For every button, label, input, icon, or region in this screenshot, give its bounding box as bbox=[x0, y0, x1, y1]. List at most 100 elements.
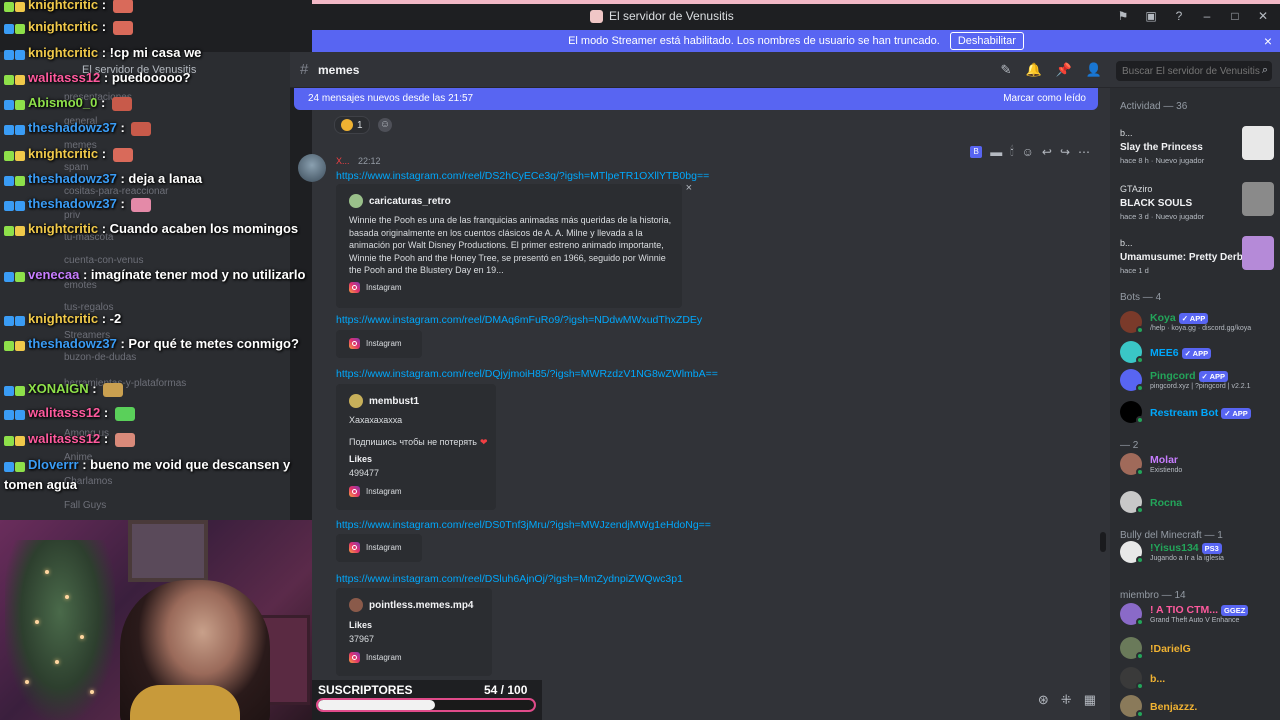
chat-text: Cuando acaben los momingos bbox=[109, 221, 299, 236]
notification-bell-icon[interactable]: 🔔 bbox=[1025, 62, 1041, 78]
embed-author[interactable]: pointless.memes.mp4 bbox=[349, 598, 473, 612]
chat-separator: : bbox=[100, 70, 112, 85]
chat-username[interactable]: knightcritic bbox=[28, 146, 98, 161]
chat-username[interactable]: XONAIGN bbox=[28, 381, 89, 396]
instagram-link[interactable]: https://www.instagram.com/reel/DS0Tnf3jM… bbox=[336, 519, 711, 531]
avatar[interactable] bbox=[298, 154, 326, 182]
chat-text: bueno me void que descansen y bbox=[90, 457, 291, 472]
embed-author[interactable]: membust1 bbox=[349, 394, 419, 408]
activity-card[interactable]: GTAziro BLACK SOULS hace 3 d · Nuevo jugad… bbox=[1114, 182, 1278, 228]
chat-username[interactable]: knightcritic bbox=[28, 19, 98, 34]
chat-username[interactable]: theshadowz37 bbox=[28, 336, 117, 351]
candle-emoji-icon[interactable]: 🕯 bbox=[1010, 144, 1013, 159]
badge-icon bbox=[15, 271, 25, 282]
add-reaction-icon[interactable]: ☺ bbox=[378, 118, 392, 132]
search-area: ⌕ bbox=[1110, 52, 1280, 88]
search-input[interactable] bbox=[1116, 61, 1272, 81]
badge-icon bbox=[15, 49, 25, 60]
member-item[interactable]: Molar Existiendo bbox=[1118, 450, 1278, 478]
chat-username[interactable]: knightcritic bbox=[28, 311, 98, 326]
embed-close-icon[interactable]: × bbox=[686, 182, 692, 194]
help-icon[interactable]: ? bbox=[1172, 9, 1186, 23]
member-item[interactable]: Restream Bot ✓ APP bbox=[1118, 398, 1278, 426]
screen-share-icon[interactable]: ▣ bbox=[1144, 9, 1158, 23]
b-emoji-icon[interactable]: B bbox=[970, 145, 983, 158]
activity-card[interactable]: b... Umamusume: Pretty Derby hace 1 d bbox=[1114, 236, 1278, 282]
apps-icon[interactable]: ⁜ bbox=[1061, 692, 1072, 708]
member-item[interactable]: MEE6 ✓ APP bbox=[1118, 338, 1278, 366]
chat-username[interactable]: theshadowz37 bbox=[28, 196, 117, 211]
member-name: Molar bbox=[1150, 454, 1179, 466]
member-name: Benjazzz. bbox=[1150, 701, 1198, 713]
badge-icon bbox=[4, 340, 14, 351]
badge-icon bbox=[4, 225, 14, 236]
new-messages-bar[interactable]: 24 mensajes nuevos desde las 21:57 Marca… bbox=[294, 88, 1098, 110]
stream-chat-overlay: knightcritic : knightcritic : knightcrit… bbox=[0, 0, 312, 520]
embed-author-name[interactable]: membust1 bbox=[369, 396, 419, 407]
activity-card[interactable]: b... Slay the Princess hace 8 h · Nuevo ju… bbox=[1114, 126, 1278, 172]
flag-emoji-icon[interactable]: ▬ bbox=[990, 145, 1002, 159]
scrollbar[interactable] bbox=[1100, 532, 1106, 552]
message-author[interactable]: X... bbox=[336, 156, 350, 166]
member-item[interactable]: !Yisus134 PS3 Jugando a Ir a la iglesia bbox=[1118, 538, 1278, 566]
member-item[interactable]: ! A TIO CTM... GGEZ Grand Theft Auto V Enh… bbox=[1118, 600, 1278, 628]
member-name-row: Restream Bot ✓ APP bbox=[1150, 407, 1251, 419]
chat-username[interactable]: walitasss12 bbox=[28, 70, 100, 85]
chat-badges bbox=[4, 120, 26, 137]
member-item[interactable]: !DarielG bbox=[1118, 634, 1278, 662]
member-item[interactable]: Benjazzz. bbox=[1118, 692, 1278, 720]
member-list-icon[interactable]: 👤 bbox=[1086, 62, 1102, 78]
instagram-link[interactable]: https://www.instagram.com/reel/DSluh6Ajn… bbox=[336, 573, 683, 585]
member-item[interactable]: b... bbox=[1118, 664, 1278, 692]
chat-badges bbox=[4, 146, 26, 163]
chat-text: deja a lanaa bbox=[128, 171, 203, 186]
instagram-link[interactable]: https://www.instagram.com/reel/DQjyjmoiH… bbox=[336, 368, 718, 380]
status-dot-icon bbox=[1136, 710, 1144, 718]
chat-separator: : bbox=[100, 431, 112, 446]
chat-text: puedooooo? bbox=[111, 70, 191, 85]
reply-icon[interactable]: ↩ bbox=[1042, 145, 1052, 159]
pin-icon[interactable]: 📌 bbox=[1056, 62, 1072, 78]
maximize-icon[interactable]: □ bbox=[1228, 9, 1242, 23]
banner-close-icon[interactable]: × bbox=[1264, 33, 1272, 49]
chat-badges bbox=[4, 95, 26, 112]
chat-username[interactable]: knightcritic bbox=[28, 45, 98, 60]
instagram-link[interactable]: https://www.instagram.com/reel/DMAq6mFuR… bbox=[336, 314, 702, 326]
minimize-icon[interactable]: – bbox=[1200, 9, 1214, 23]
reaction-chip[interactable]: 1 bbox=[334, 116, 370, 134]
threads-icon[interactable]: ✎ bbox=[1001, 62, 1012, 78]
chat-username[interactable]: theshadowz37 bbox=[28, 120, 117, 135]
chat-username[interactable]: Dloverrr bbox=[28, 457, 79, 472]
gift-icon[interactable]: ⊛ bbox=[1038, 692, 1049, 708]
chat-username[interactable]: walitasss12 bbox=[28, 405, 100, 420]
badge-icon bbox=[15, 23, 25, 34]
chat-username[interactable]: venecaa bbox=[28, 267, 79, 282]
chat-badges bbox=[4, 171, 26, 188]
forward-icon[interactable]: ↪ bbox=[1060, 145, 1070, 159]
instagram-link[interactable]: https://www.instagram.com/reel/DS2hCyECe… bbox=[336, 170, 709, 182]
sticker-icon[interactable]: ▦ bbox=[1084, 692, 1096, 708]
embed-author[interactable]: caricaturas_retro bbox=[349, 194, 451, 208]
mark-as-read-button[interactable]: Marcar como leído bbox=[1003, 93, 1086, 104]
add-reaction-toolbar-icon[interactable]: ☺ bbox=[1022, 145, 1034, 159]
member-item[interactable]: Rocna bbox=[1118, 488, 1278, 516]
member-item[interactable]: Pingcord ✓ APP pingcord.xyz | ?pingcord | … bbox=[1118, 366, 1278, 394]
chat-username[interactable]: Abismo0_0 bbox=[28, 95, 97, 110]
inbox-icon[interactable]: ⚑ bbox=[1116, 9, 1130, 23]
chat-username[interactable]: walitasss12 bbox=[28, 431, 100, 446]
chat-username[interactable]: knightcritic bbox=[28, 221, 98, 236]
embed-author-name[interactable]: caricaturas_retro bbox=[369, 196, 451, 207]
disable-streamer-button[interactable]: Deshabilitar bbox=[949, 32, 1024, 50]
chat-username[interactable]: knightcritic bbox=[28, 0, 98, 12]
chat-username[interactable]: theshadowz37 bbox=[28, 171, 117, 186]
chat-separator: : bbox=[88, 381, 101, 396]
member-tag: ✓ APP bbox=[1221, 407, 1251, 419]
embed-footer: Instagram bbox=[349, 542, 402, 553]
member-item[interactable]: Koya ✓ APP/help · koya.gg · discord.gg/ko… bbox=[1118, 308, 1278, 336]
chat-message: Dloverrr : bueno me void que descansen y bbox=[4, 456, 290, 474]
embed-author-name[interactable]: pointless.memes.mp4 bbox=[369, 600, 473, 611]
chat-separator: : bbox=[98, 221, 110, 236]
more-options-icon[interactable]: ⋯ bbox=[1078, 145, 1090, 159]
message-header: X... 22:12 bbox=[336, 156, 381, 166]
close-icon[interactable]: ✕ bbox=[1256, 9, 1270, 23]
